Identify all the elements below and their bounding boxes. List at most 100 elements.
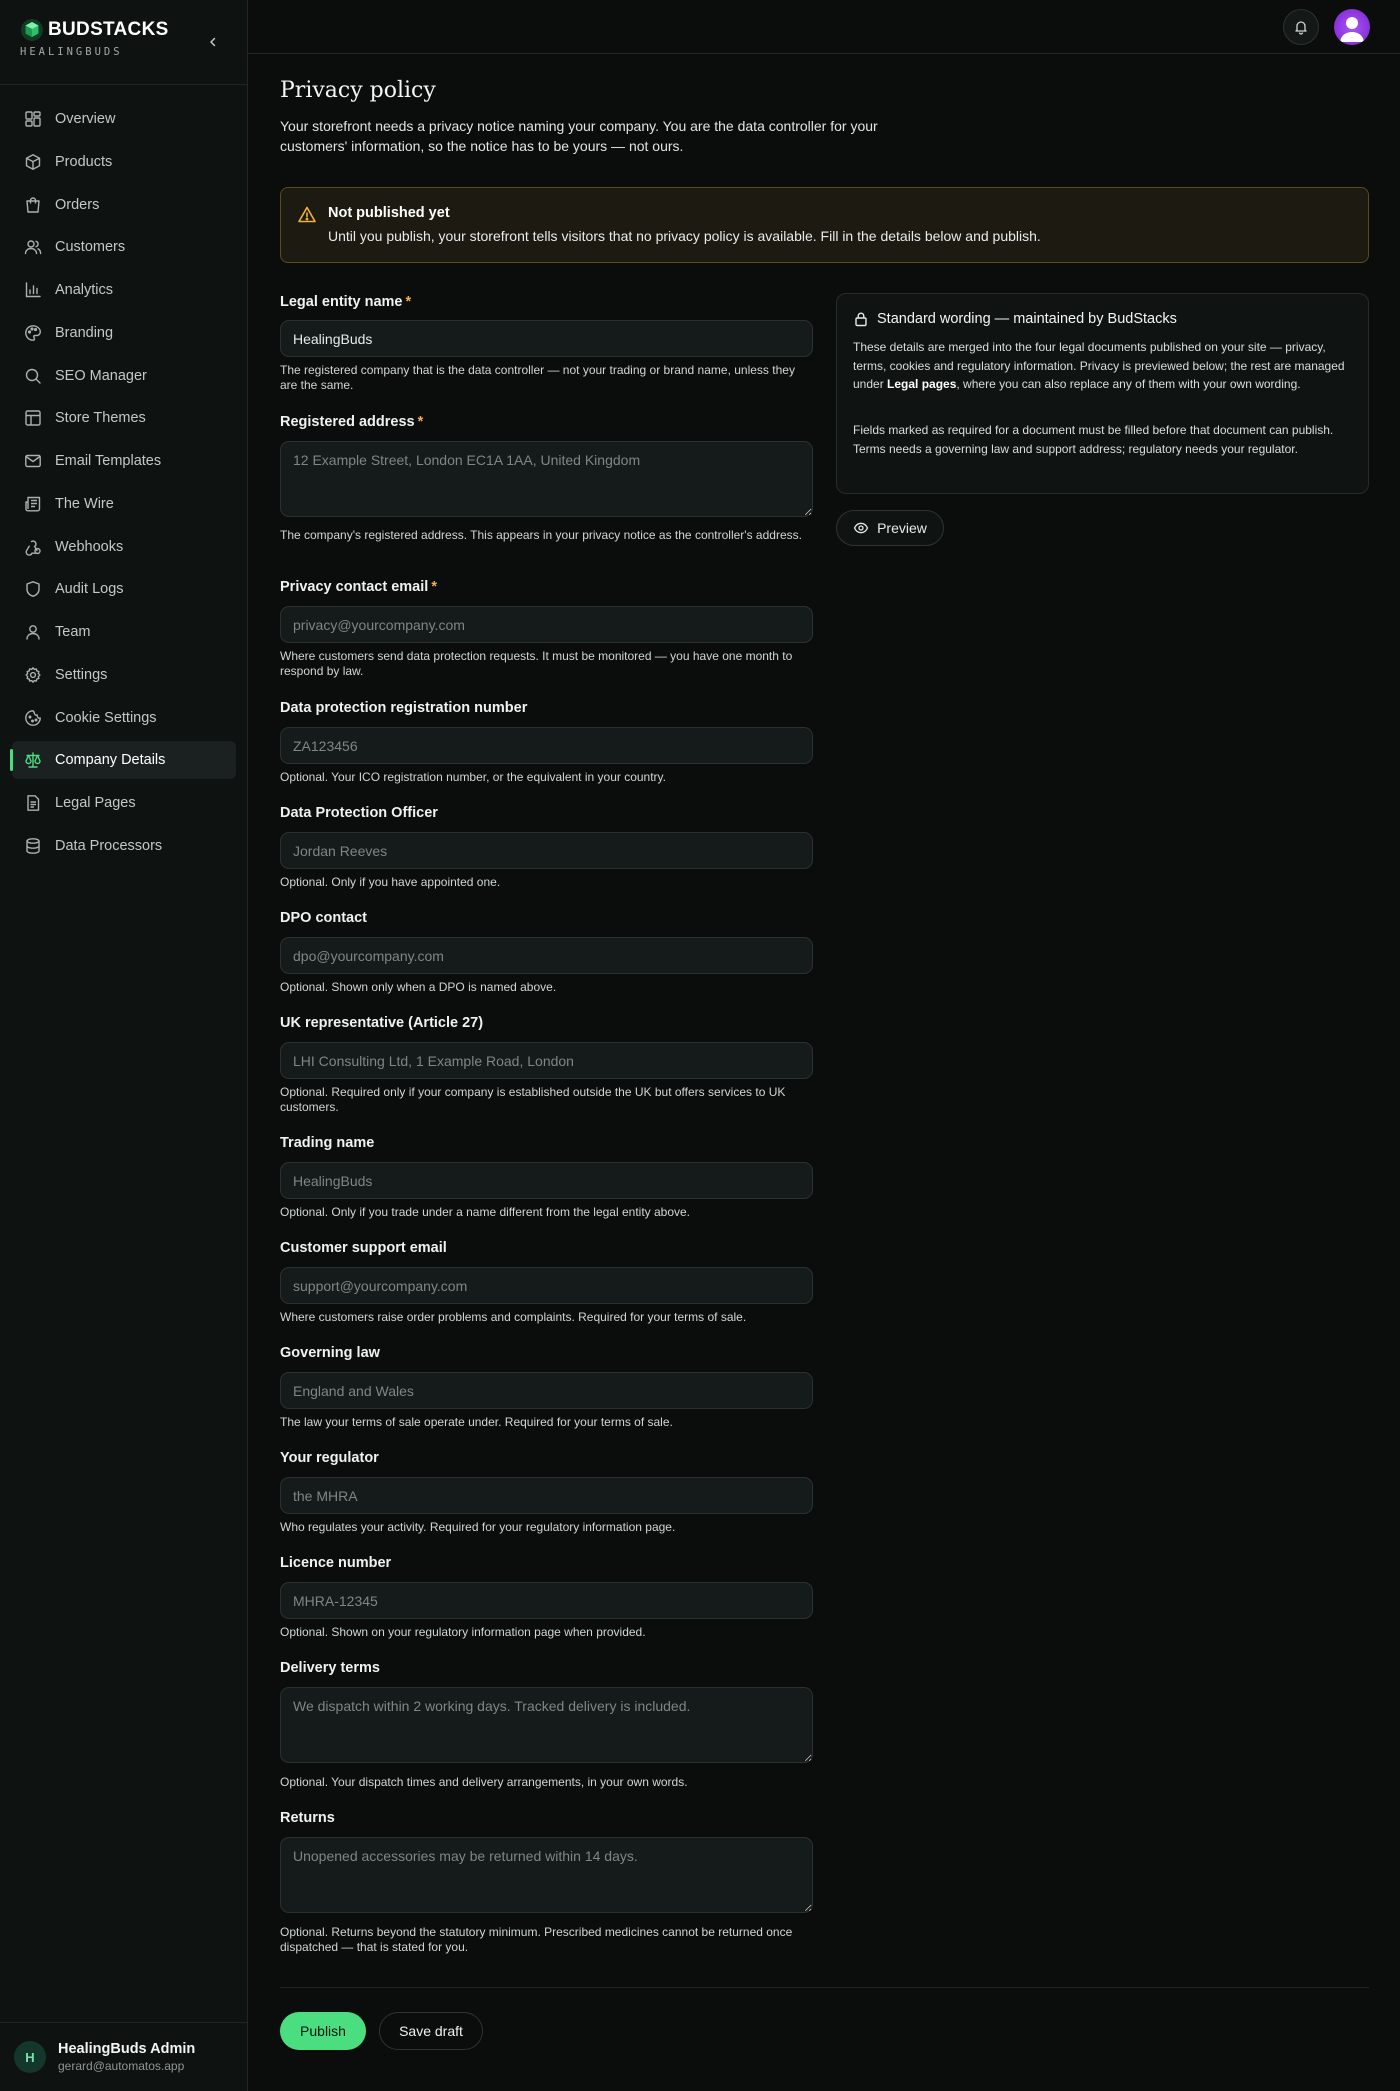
dp-registration-label: Data protection registration number [280,700,528,716]
legal-entity-label: Legal entity name * [280,294,412,310]
user-name: HealingBuds Admin [58,2041,196,2057]
publish-button[interactable]: Publish [280,2012,366,2050]
sidebar-item-label: Company Details [55,752,166,769]
support-email-help: Where customers raise order problems and… [280,1310,747,1324]
regulator-help: Who regulates your activity. Required fo… [280,1520,676,1534]
banner-text: Until you publish, your storefront tells… [328,228,1041,244]
required-marker: * [417,414,424,430]
sidebar-item-label: Cookie Settings [55,709,157,726]
preview-button-label: Preview [877,520,927,536]
shield-icon [26,581,40,598]
page-title: Privacy policy [280,78,436,103]
bar-chart-icon [25,282,41,298]
support-email-input[interactable] [280,1267,813,1304]
account-avatar[interactable] [1334,9,1370,45]
sidebar-item-orders[interactable]: Orders [12,186,236,224]
sidebar-item-label: Products [55,153,113,170]
brand-name: BUDSTACKS [48,19,169,40]
legal-pages-link[interactable]: Legal pages [887,377,956,391]
user-email: gerard@automatos.app [58,2059,185,2073]
eye-icon [853,522,869,534]
delivery-terms-help: Optional. Your dispatch times and delive… [280,1775,688,1789]
package-icon [25,153,41,170]
bell-icon [1295,21,1307,35]
governing-law-input[interactable] [280,1372,813,1409]
users-icon [24,240,42,255]
brand: BUDSTACKS HEALINGBUDS [20,18,230,68]
sidebar-item-label: Analytics [55,282,114,298]
governing-law-label: Governing law [280,1345,380,1361]
lock-icon [855,312,867,327]
sidebar-item-analytics[interactable]: Analytics [12,271,236,309]
trading-name-input[interactable] [280,1162,813,1199]
regulator-input[interactable] [280,1477,813,1514]
sidebar-item-data-processors[interactable]: Data Processors [12,827,236,865]
legal-entity-input[interactable] [280,320,813,357]
preview-button[interactable]: Preview [836,510,944,546]
licence-number-input[interactable] [280,1582,813,1619]
sidebar-item-settings[interactable]: Settings [12,656,236,694]
uk-representative-label: UK representative (Article 27) [280,1015,484,1031]
sidebar-item-label: Webhooks [55,538,124,555]
brand-logo-icon [21,19,43,41]
user-icon [26,625,40,640]
database-icon [26,837,40,854]
sidebar-item-label: Data Processors [55,837,163,854]
chevron-left-icon [210,37,216,47]
sidebar-divider [0,84,247,85]
dpo-contact-help: Optional. Shown only when a DPO is named… [280,980,557,994]
topbar [248,0,1400,54]
sidebar-item-overview[interactable]: Overview [12,100,236,138]
sidebar-item-seo-manager[interactable]: SEO Manager [12,357,236,395]
trading-name-label: Trading name [280,1135,375,1151]
notifications-button[interactable] [1283,9,1319,45]
uk-representative-help: Optional. Required only if your company … [280,1085,786,1114]
registered-address-help: The company's registered address. This a… [280,528,802,542]
user-profile[interactable]: H HealingBuds Admin gerard@automatos.app [0,2022,247,2091]
save-draft-button[interactable]: Save draft [379,2012,483,2050]
sidebar-item-products[interactable]: Products [12,143,236,181]
brand-subtitle: HEALINGBUDS [20,46,123,58]
sidebar-item-email-templates[interactable]: Email Templates [12,442,236,480]
sidebar-item-audit-logs[interactable]: Audit Logs [12,570,236,608]
delivery-terms-label: Delivery terms [280,1660,380,1676]
sidebar-item-label: Store Themes [55,410,146,427]
sidebar-item-customers[interactable]: Customers [12,228,236,266]
file-text-icon [27,795,40,811]
privacy-email-input[interactable] [280,606,813,643]
sidebar-item-legal-pages[interactable]: Legal Pages [12,784,236,822]
user-avatar: H [14,2041,46,2073]
collapse-sidebar-button[interactable] [203,32,223,52]
user-avatar-icon [1340,17,1364,42]
card-paragraph-required: Fields marked as required for a document… [853,423,1334,456]
dpo-contact-input[interactable] [280,937,813,974]
legal-entity-help: The registered company that is the data … [280,363,795,392]
dpo-help: Optional. Only if you have appointed one… [280,875,501,889]
uk-representative-input[interactable] [280,1042,813,1079]
actions-divider [280,1987,1369,1988]
sidebar-item-label: Settings [55,666,108,683]
registered-address-label: Registered address * [280,414,424,430]
sidebar-item-label: Legal Pages [55,795,136,811]
sidebar-item-the-wire[interactable]: The Wire [12,485,236,523]
search-icon [25,368,41,384]
sidebar-item-cookie-settings[interactable]: Cookie Settings [12,699,236,737]
shopping-bag-icon [26,196,40,213]
sidebar-nav: Overview Products Orders Customers Analy… [10,100,236,870]
regulator-label: Your regulator [280,1450,379,1466]
sidebar-item-store-themes[interactable]: Store Themes [12,399,236,437]
returns-input[interactable] [280,1837,813,1913]
sidebar-item-team[interactable]: Team [12,613,236,651]
sidebar-item-webhooks[interactable]: Webhooks [12,528,236,566]
licence-number-label: Licence number [280,1555,392,1571]
sidebar-item-label: The Wire [55,495,114,512]
sidebar-item-company-details[interactable]: Company Details [10,741,236,780]
delivery-terms-input[interactable] [280,1687,813,1763]
registered-address-input[interactable] [280,441,813,517]
dpo-input[interactable] [280,832,813,869]
warning-icon [298,206,316,223]
dp-registration-input[interactable] [280,727,813,764]
sidebar-item-branding[interactable]: Branding [12,314,236,352]
required-marker: * [405,294,412,310]
required-marker: * [431,579,437,595]
